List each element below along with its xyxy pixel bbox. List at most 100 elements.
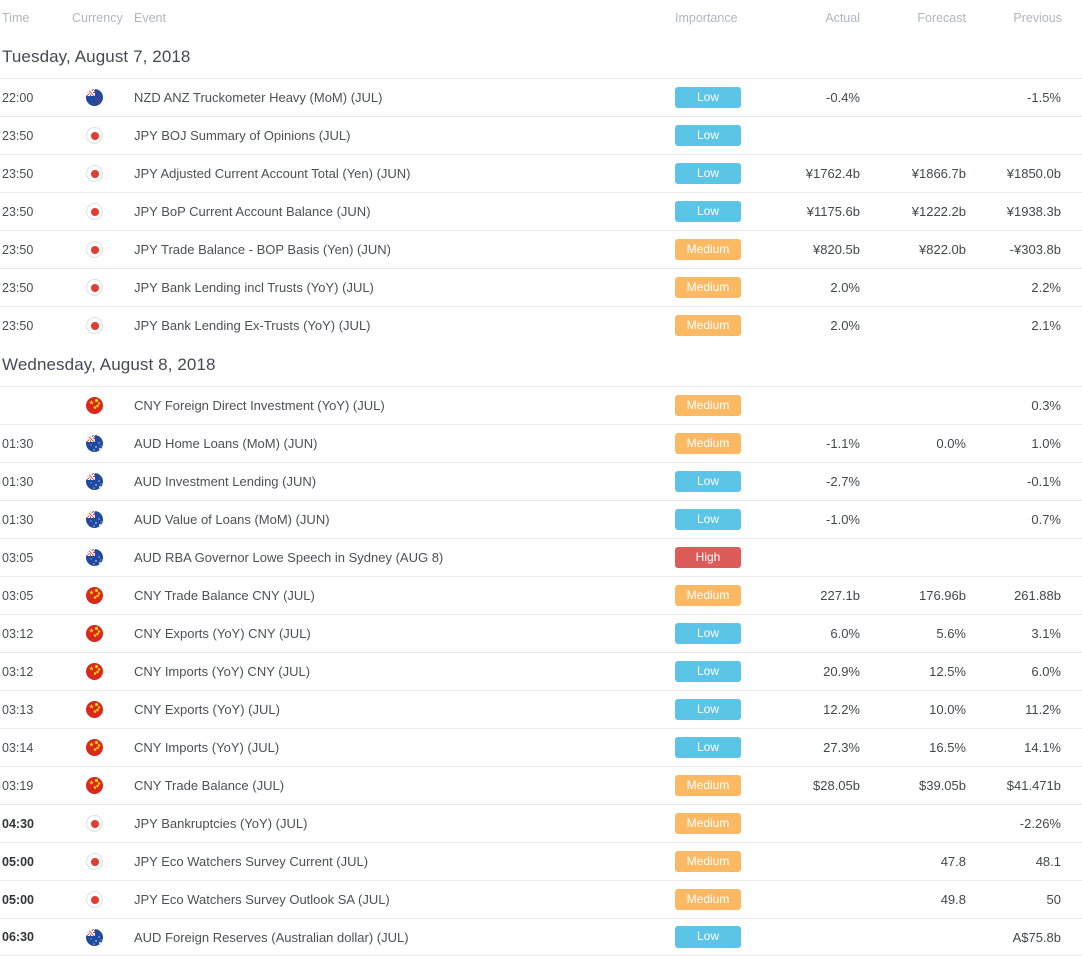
flag-icon-china	[86, 587, 103, 604]
importance-badge[interactable]: Medium	[675, 432, 741, 455]
table-row[interactable]: 03:05 AUD RBA Governor Lowe Speech in Syd…	[0, 538, 1082, 576]
event-name[interactable]: CNY Exports (YoY) CNY (JUL)	[134, 626, 626, 641]
importance-badge[interactable]: Low	[675, 200, 741, 223]
importance-badge[interactable]: Medium	[675, 888, 741, 911]
flag-icon-japan	[86, 165, 103, 182]
table-row[interactable]: 01:30 AUD Investment Lending (JUN) Low -2.7…	[0, 462, 1082, 500]
table-row[interactable]: CNY Foreign Direct Investment (YoY) (JUL…	[0, 386, 1082, 424]
event-actual: 27.3%	[823, 740, 860, 755]
event-importance: Low	[626, 622, 748, 645]
event-time: 23:50	[2, 242, 34, 257]
event-name[interactable]: JPY Bank Lending Ex-Trusts (YoY) (JUL)	[134, 318, 626, 333]
table-row[interactable]: 23:50 JPY BoP Current Account Balance (JU…	[0, 192, 1082, 230]
column-header-currency[interactable]: Currency	[72, 11, 134, 25]
importance-badge[interactable]: High	[675, 546, 741, 569]
importance-badge[interactable]: Low	[675, 926, 741, 948]
importance-badge[interactable]: Low	[675, 124, 741, 147]
table-row[interactable]: 23:50 JPY BOJ Summary of Opinions (JUL) Lo…	[0, 116, 1082, 154]
event-name[interactable]: JPY Eco Watchers Survey Outlook SA (JUL)	[134, 892, 626, 907]
event-name[interactable]: AUD Value of Loans (MoM) (JUN)	[134, 512, 626, 527]
event-name[interactable]: CNY Trade Balance (JUL)	[134, 778, 626, 793]
event-time: 23:50	[2, 204, 34, 219]
table-row[interactable]: 03:12 CNY Exports (YoY) CNY (JUL) Low 6.0% 5…	[0, 614, 1082, 652]
event-actual: 2.0%	[830, 318, 860, 333]
importance-badge[interactable]: Medium	[675, 584, 741, 607]
importance-badge[interactable]: Low	[675, 736, 741, 759]
event-time: 23:50	[2, 318, 34, 333]
event-name[interactable]: JPY Eco Watchers Survey Current (JUL)	[134, 854, 626, 869]
event-name[interactable]: JPY Trade Balance - BOP Basis (Yen) (JUN…	[134, 242, 626, 257]
table-row[interactable]: 23:50 JPY Bank Lending incl Trusts (YoY) …	[0, 268, 1082, 306]
event-time: 23:50	[2, 166, 34, 181]
event-previous: -¥303.8b	[1009, 242, 1061, 257]
table-row[interactable]: 03:13 CNY Exports (YoY) (JUL) Low 12.2% 10.0…	[0, 690, 1082, 728]
event-currency	[72, 549, 134, 566]
table-row[interactable]: 23:50 JPY Trade Balance - BOP Basis (Yen)…	[0, 230, 1082, 268]
event-name[interactable]: CNY Imports (YoY) (JUL)	[134, 740, 626, 755]
event-name[interactable]: AUD Home Loans (MoM) (JUN)	[134, 436, 626, 451]
column-header-time[interactable]: Time	[0, 11, 72, 25]
table-row[interactable]: 03:12 CNY Imports (YoY) CNY (JUL) Low 20.9%…	[0, 652, 1082, 690]
event-currency	[72, 739, 134, 756]
column-header-previous[interactable]: Previous	[966, 11, 1070, 25]
column-header-actual[interactable]: Actual	[748, 11, 860, 25]
event-name[interactable]: CNY Foreign Direct Investment (YoY) (JUL…	[134, 398, 626, 413]
importance-badge[interactable]: Low	[675, 86, 741, 109]
table-row[interactable]: 05:00 JPY Eco Watchers Survey Outlook SA …	[0, 880, 1082, 918]
event-name[interactable]: JPY BoP Current Account Balance (JUN)	[134, 204, 626, 219]
importance-badge[interactable]: Low	[675, 660, 741, 683]
event-time: 03:12	[2, 664, 34, 679]
importance-badge[interactable]: Medium	[675, 238, 741, 261]
event-name[interactable]: CNY Imports (YoY) CNY (JUL)	[134, 664, 626, 679]
importance-badge[interactable]: Low	[675, 470, 741, 493]
event-previous: ¥1938.3b	[1006, 204, 1061, 219]
table-row[interactable]: 03:19 CNY Trade Balance (JUL) Medium $28.05…	[0, 766, 1082, 804]
table-row[interactable]: 04:30 JPY Bankruptcies (YoY) (JUL) Medium -…	[0, 804, 1082, 842]
event-currency	[72, 701, 134, 718]
importance-badge[interactable]: Medium	[675, 812, 741, 835]
importance-badge[interactable]: Low	[675, 162, 741, 185]
importance-badge[interactable]: Low	[675, 508, 741, 531]
table-row[interactable]: 05:00 JPY Eco Watchers Survey Current (JU…	[0, 842, 1082, 880]
table-row[interactable]: 01:30 AUD Home Loans (MoM) (JUN) Medium -1.…	[0, 424, 1082, 462]
importance-badge[interactable]: Medium	[675, 850, 741, 873]
event-currency	[72, 165, 134, 182]
event-name[interactable]: CNY Trade Balance CNY (JUL)	[134, 588, 626, 603]
calendar-header-row: Time Currency Event Importance Actual Fo…	[0, 0, 1082, 36]
table-row[interactable]: 23:50 JPY Bank Lending Ex-Trusts (YoY) (J…	[0, 306, 1082, 344]
event-actual: 12.2%	[823, 702, 860, 717]
event-name[interactable]: AUD Investment Lending (JUN)	[134, 474, 626, 489]
event-currency	[72, 127, 134, 144]
importance-badge[interactable]: Medium	[675, 774, 741, 797]
importance-badge[interactable]: Medium	[675, 394, 741, 417]
flag-icon-china	[86, 625, 103, 642]
event-actual: 6.0%	[830, 626, 860, 641]
table-row[interactable]: 03:05 CNY Trade Balance CNY (JUL) Medium 22…	[0, 576, 1082, 614]
event-name[interactable]: NZD ANZ Truckometer Heavy (MoM) (JUL)	[134, 90, 626, 105]
importance-badge[interactable]: Low	[675, 698, 741, 721]
table-row[interactable]: 03:14 CNY Imports (YoY) (JUL) Low 27.3% 16.5…	[0, 728, 1082, 766]
event-currency	[72, 815, 134, 832]
event-currency	[72, 625, 134, 642]
column-header-importance[interactable]: Importance	[626, 11, 748, 25]
importance-badge[interactable]: Low	[675, 622, 741, 645]
event-name[interactable]: JPY BOJ Summary of Opinions (JUL)	[134, 128, 626, 143]
event-name[interactable]: AUD RBA Governor Lowe Speech in Sydney (…	[134, 550, 626, 565]
table-row[interactable]: 06:30 AUD Foreign Reserves (Australian do…	[0, 918, 1082, 956]
column-header-forecast[interactable]: Forecast	[860, 11, 966, 25]
table-row[interactable]: 23:50 JPY Adjusted Current Account Total …	[0, 154, 1082, 192]
flag-icon-china	[86, 701, 103, 718]
event-name[interactable]: JPY Adjusted Current Account Total (Yen)…	[134, 166, 626, 181]
event-time: 01:30	[2, 436, 34, 451]
event-name[interactable]: JPY Bankruptcies (YoY) (JUL)	[134, 816, 626, 831]
table-row[interactable]: 01:30 AUD Value of Loans (MoM) (JUN) Low -1…	[0, 500, 1082, 538]
event-name[interactable]: AUD Foreign Reserves (Australian dollar)…	[134, 930, 626, 945]
table-row[interactable]: 22:00 NZD ANZ Truckometer Heavy (MoM) (JU…	[0, 78, 1082, 116]
importance-badge[interactable]: Medium	[675, 314, 741, 337]
importance-badge[interactable]: Medium	[675, 276, 741, 299]
event-name[interactable]: JPY Bank Lending incl Trusts (YoY) (JUL)	[134, 280, 626, 295]
flag-icon-australia	[86, 435, 103, 452]
event-name[interactable]: CNY Exports (YoY) (JUL)	[134, 702, 626, 717]
event-importance: Medium	[626, 238, 748, 261]
column-header-event[interactable]: Event	[134, 11, 626, 25]
